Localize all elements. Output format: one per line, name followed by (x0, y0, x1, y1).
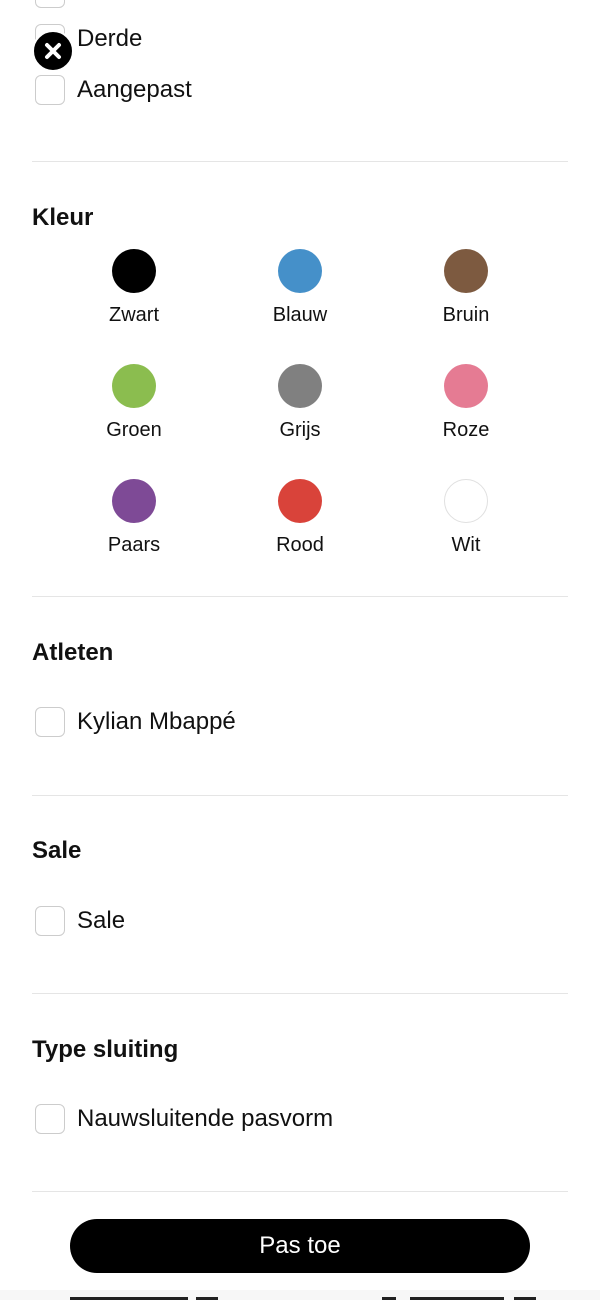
swatch-label: Roze (442, 419, 490, 441)
swatch-dot (444, 364, 488, 408)
section-title-type-sluiting: Type sluiting (32, 1036, 179, 1063)
option-nauwsluitende-pasvorm[interactable]: Nauwsluitende pasvorm (35, 1102, 333, 1136)
swatch-label: Blauw (272, 304, 328, 326)
partial-checkbox[interactable] (35, 0, 65, 8)
section-title-sale: Sale (32, 837, 82, 864)
divider (32, 161, 568, 162)
apply-button[interactable]: Pas toe (70, 1219, 530, 1273)
divider (32, 795, 568, 796)
color-swatch-groen[interactable]: Groen (74, 364, 194, 454)
swatch-label: Paars (107, 534, 161, 556)
option-aangepast[interactable]: Aangepast (35, 73, 192, 107)
swatch-dot (278, 364, 322, 408)
divider (32, 596, 568, 597)
swatch-label: Rood (276, 534, 324, 556)
swatch-dot (112, 249, 156, 293)
checkbox[interactable] (35, 75, 65, 105)
swatch-label: Zwart (109, 304, 159, 326)
color-swatch-wit[interactable]: Wit (406, 479, 526, 569)
swatch-dot (112, 479, 156, 523)
section-title-atleten: Atleten (32, 639, 114, 666)
color-swatch-bruin[interactable]: Bruin (406, 249, 526, 339)
swatch-label: Groen (106, 419, 162, 441)
color-swatch-grijs[interactable]: Grijs (240, 364, 360, 454)
option-label: Sale (77, 907, 126, 934)
color-swatch-zwart[interactable]: Zwart (74, 249, 194, 339)
swatch-label: Bruin (442, 304, 490, 326)
checkbox[interactable] (35, 707, 65, 737)
option-label: Nauwsluitende pasvorm (77, 1105, 334, 1132)
swatch-dot (444, 249, 488, 293)
divider (32, 993, 568, 994)
checkbox[interactable] (35, 906, 65, 936)
swatch-dot (444, 479, 488, 523)
option-label: Aangepast (77, 76, 192, 103)
option-kylian-mbappe[interactable]: Kylian Mbappé (35, 705, 236, 739)
color-swatch-blauw[interactable]: Blauw (240, 249, 360, 339)
option-label: Derde (77, 25, 143, 52)
option-sale[interactable]: Sale (35, 904, 125, 938)
swatch-dot (278, 479, 322, 523)
filter-panel: Derde Aangepast Kleur Zwart Blauw Bruin … (0, 0, 600, 1300)
bottom-edge (0, 1290, 600, 1300)
checkbox[interactable] (35, 1104, 65, 1134)
swatch-label: Wit (451, 534, 481, 556)
divider (32, 1191, 568, 1192)
color-swatch-paars[interactable]: Paars (74, 479, 194, 569)
swatch-dot (278, 249, 322, 293)
swatch-label: Grijs (279, 419, 321, 441)
close-button[interactable] (32, 30, 74, 72)
close-icon (45, 43, 61, 59)
swatch-dot (112, 364, 156, 408)
section-title-kleur: Kleur (32, 204, 94, 231)
color-swatch-rood[interactable]: Rood (240, 479, 360, 569)
option-label: Kylian Mbappé (77, 708, 236, 735)
color-swatch-roze[interactable]: Roze (406, 364, 526, 454)
